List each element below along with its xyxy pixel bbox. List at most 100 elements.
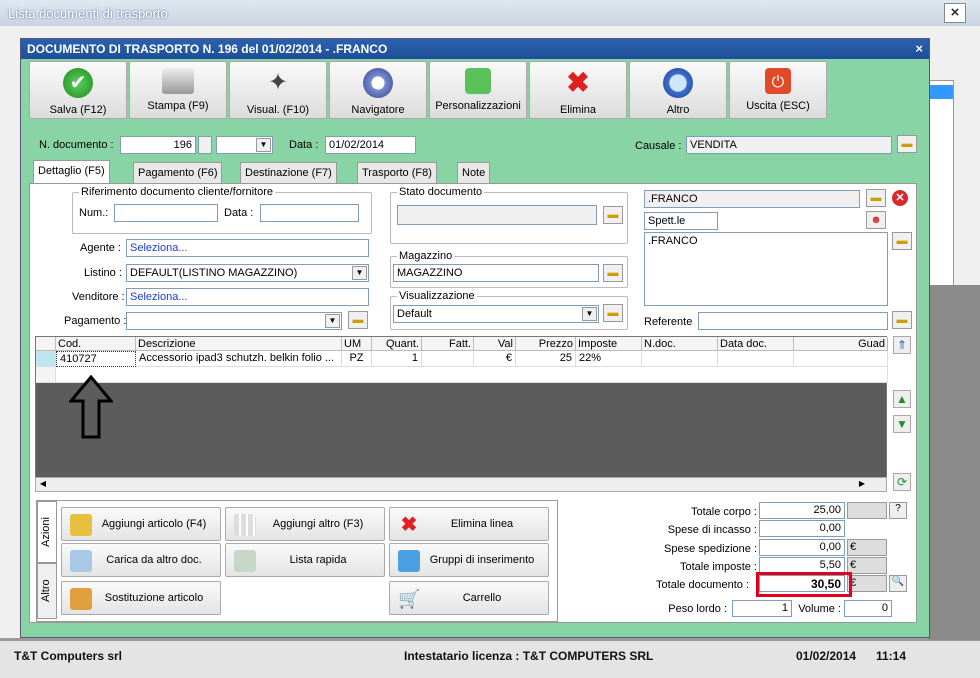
tab-altro[interactable]: Altro <box>37 563 57 619</box>
contacts-icon[interactable]: ☻ <box>866 211 886 229</box>
cell-ndoc[interactable] <box>642 351 718 367</box>
dialog-close-button[interactable]: × <box>915 41 923 56</box>
background-window-titlebar: Lista documenti di trasporto <box>0 0 980 26</box>
cell-cod[interactable]: 410727 <box>56 351 136 367</box>
help-button[interactable]: ? <box>889 502 907 519</box>
folder-icon[interactable]: ▬ <box>603 206 623 224</box>
tab-azioni[interactable]: Azioni <box>37 501 57 563</box>
insertion-groups-button[interactable]: Gruppi di inserimento <box>389 543 549 577</box>
add-article-button[interactable]: Aggiungi articolo (F4) <box>61 507 221 541</box>
scroll-right-icon[interactable]: ▶ <box>856 479 868 490</box>
salutation-field[interactable]: Spett.le <box>644 212 718 230</box>
column-header-descrizione[interactable]: Descrizione <box>136 337 342 351</box>
navigator-button[interactable]: Navigatore <box>329 61 427 119</box>
customer-name-field[interactable]: .FRANCO <box>644 190 860 208</box>
load-from-doc-button[interactable]: Carica da altro doc. <box>61 543 221 577</box>
cell-um[interactable]: PZ <box>342 351 372 367</box>
folder-icon[interactable]: ▬ <box>603 264 623 282</box>
background-close-button[interactable]: × <box>944 3 966 23</box>
quick-list-button[interactable]: Lista rapida <box>225 543 385 577</box>
referente-field[interactable] <box>698 312 888 330</box>
cell-val[interactable]: € <box>474 351 516 367</box>
column-header-um[interactable]: UM <box>342 337 372 351</box>
spese-incasso-field[interactable]: 0,00 <box>759 520 845 537</box>
cell-prezzo[interactable]: 25 <box>516 351 576 367</box>
move-top-icon[interactable]: ⇑ <box>893 336 911 354</box>
column-header-fatt[interactable]: Fatt. <box>422 337 474 351</box>
print-button[interactable]: Stampa (F9) <box>129 61 227 119</box>
save-button-label: Salva (F12) <box>49 104 107 116</box>
cell-descrizione[interactable]: Accessorio ipad3 schutzh. belkin folio .… <box>136 351 342 367</box>
document-number-spinner[interactable] <box>198 136 212 154</box>
listino-select[interactable]: DEFAULT(LISTINO MAGAZZINO) ▼ <box>126 264 369 282</box>
new-row[interactable] <box>56 367 888 383</box>
move-up-icon[interactable]: ▲ <box>893 390 911 408</box>
column-header-guad[interactable]: Guad <box>794 337 888 351</box>
add-article-icon <box>70 514 92 536</box>
column-header-ndoc[interactable]: N.doc. <box>642 337 718 351</box>
view-select[interactable]: Default ▼ <box>393 305 599 323</box>
folder-icon[interactable]: ▬ <box>892 232 912 250</box>
scroll-left-icon[interactable]: ◀ <box>37 479 49 490</box>
horizontal-scrollbar[interactable]: ◀ ▶ <box>35 477 887 492</box>
tab-note[interactable]: Note <box>457 162 491 184</box>
reference-date-field[interactable] <box>260 204 359 222</box>
folder-icon[interactable]: ▬ <box>603 304 623 322</box>
volume-field[interactable]: 0 <box>844 600 892 617</box>
column-header-val[interactable]: Val <box>474 337 516 351</box>
customizations-button[interactable]: Personalizzazioni <box>429 61 527 119</box>
more-button[interactable]: Altro <box>629 61 727 119</box>
exit-button-label: Uscita (ESC) <box>746 100 810 112</box>
agente-field[interactable]: Seleziona... <box>126 239 369 257</box>
column-header-prezzo[interactable]: Prezzo <box>516 337 576 351</box>
move-down-icon[interactable]: ▼ <box>893 415 911 433</box>
causale-field[interactable]: VENDITA <box>686 136 892 154</box>
cart-button[interactable]: 🛒 Carrello <box>389 581 549 615</box>
save-button[interactable]: ✔ Salva (F12) <box>29 61 127 119</box>
column-header-datadoc[interactable]: Data doc. <box>718 337 794 351</box>
search-icon[interactable]: 🔍 <box>889 575 907 592</box>
tab-dettaglio[interactable]: Dettaglio (F5) <box>33 160 110 184</box>
column-header-quant[interactable]: Quant. <box>372 337 422 351</box>
warehouse-field[interactable]: MAGAZZINO <box>393 264 599 282</box>
venditore-field[interactable]: Seleziona... <box>126 288 369 306</box>
cell-quant[interactable]: 1 <box>372 351 422 367</box>
tab-trasporto[interactable]: Trasporto (F8) <box>357 162 437 184</box>
column-header-cod[interactable]: Cod. <box>56 337 136 351</box>
replace-article-button[interactable]: Sostituzione articolo <box>61 581 221 615</box>
refresh-icon[interactable]: ⟳ <box>893 473 911 491</box>
delete-button[interactable]: ✖ Elimina <box>529 61 627 119</box>
add-article-button-label: Aggiungi articolo (F4) <box>101 518 207 530</box>
clear-customer-icon[interactable]: ✕ <box>892 190 908 206</box>
tab-destinazione[interactable]: Destinazione (F7) <box>240 162 337 184</box>
customizations-button-label: Personalizzazioni <box>435 100 521 112</box>
reference-num-field[interactable] <box>114 204 218 222</box>
new-row-selector[interactable] <box>36 367 56 383</box>
listino-value: DEFAULT(LISTINO MAGAZZINO) <box>130 267 298 279</box>
quick-list-icon <box>234 550 256 572</box>
document-lines-grid[interactable]: Cod. Descrizione UM Quant. Fatt. Val Pre… <box>35 336 888 492</box>
column-header-imposte[interactable]: Imposte <box>576 337 642 351</box>
document-series-select[interactable]: ▼ <box>216 136 273 154</box>
tab-pagamento[interactable]: Pagamento (F6) <box>133 162 223 184</box>
address-field[interactable]: .FRANCO <box>644 232 888 306</box>
row-selector[interactable] <box>36 351 56 367</box>
folder-icon[interactable]: ▬ <box>892 311 912 329</box>
cell-fatt[interactable] <box>422 351 474 367</box>
spese-spedizione-field[interactable]: 0,00 <box>759 539 845 556</box>
date-field[interactable]: 01/02/2014 <box>325 136 416 154</box>
cell-imposte[interactable]: 22% <box>576 351 642 367</box>
pagamento-select[interactable]: ▼ <box>126 312 342 330</box>
cell-guad[interactable] <box>794 351 888 367</box>
folder-icon[interactable]: ▬ <box>866 189 886 207</box>
status-field[interactable] <box>397 205 597 225</box>
folder-icon[interactable]: ▬ <box>348 311 368 329</box>
cell-datadoc[interactable] <box>718 351 794 367</box>
exit-button[interactable]: ⏻ Uscita (ESC) <box>729 61 827 119</box>
document-number-field[interactable]: 196 <box>120 136 196 154</box>
magnifier-icon <box>663 68 693 98</box>
add-other-button[interactable]: Aggiungi altro (F3) <box>225 507 385 541</box>
folder-icon[interactable]: ▬ <box>897 135 917 153</box>
preview-button[interactable]: ✦ Visual. (F10) <box>229 61 327 119</box>
delete-line-button[interactable]: ✖ Elimina linea <box>389 507 549 541</box>
